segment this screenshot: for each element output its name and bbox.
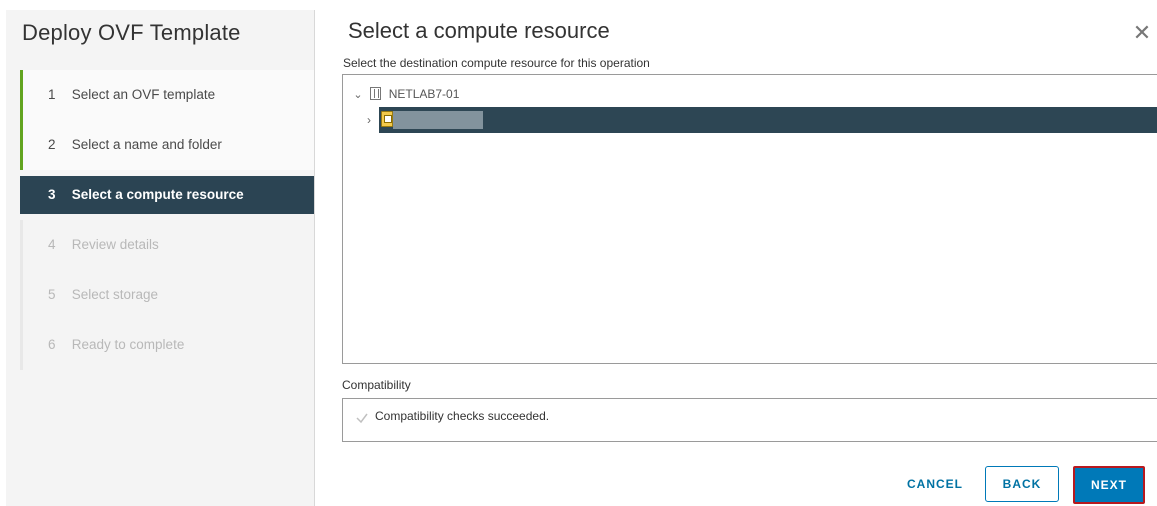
compatibility-box: Compatibility checks succeeded. [342,398,1157,442]
step-number: 4 [48,237,56,252]
back-button[interactable]: BACK [985,466,1059,502]
compatibility-message: Compatibility checks succeeded. [375,409,550,423]
wizard-steps: 1 Select an OVF template 2 Select a name… [20,70,314,370]
tree-node-host[interactable] [379,107,1157,133]
page-title: Select a compute resource [348,18,610,43]
step-label: Select storage [71,287,159,302]
compute-resource-tree: ⌄ NETLAB7-01 › [342,74,1157,364]
wizard-step-2[interactable]: 2 Select a name and folder [20,120,314,170]
step-label: Ready to complete [71,337,185,352]
step-label: Select a compute resource [71,187,244,202]
step-number: 6 [48,337,56,352]
chevron-down-icon[interactable]: ⌄ [351,84,365,106]
wizard-sidebar: Deploy OVF Template 1 Select an OVF temp… [6,10,315,506]
wizard-step-1[interactable]: 1 Select an OVF template [20,70,314,120]
step-label: Select a name and folder [71,137,222,152]
wizard-step-4: 4 Review details [20,220,314,270]
step-number: 3 [48,187,56,202]
step-label: Review details [71,237,159,252]
close-icon[interactable]: ✕ [1131,22,1153,44]
step-label: Select an OVF template [71,87,216,102]
tree-node-root[interactable]: ⌄ NETLAB7-01 [351,83,459,105]
host-icon [381,111,393,127]
wizard-content: Select a compute resource ✕ Select the d… [315,10,1157,506]
chevron-right-icon[interactable]: › [367,110,379,130]
wizard-step-3[interactable]: 3 Select a compute resource [20,176,314,214]
cancel-button[interactable]: CANCEL [899,468,971,500]
tree-node-label: NETLAB7-01 [388,87,460,101]
datacenter-icon [370,87,382,100]
step-number: 2 [48,137,56,152]
compatibility-label: Compatibility [342,378,411,392]
step-number: 1 [48,87,56,102]
check-icon [356,413,368,424]
page-subtitle: Select the destination compute resource … [343,56,650,70]
next-button[interactable]: NEXT [1073,466,1145,504]
step-number: 5 [48,287,56,302]
tree-node-label-redacted [393,111,483,129]
wizard-step-6: 6 Ready to complete [20,320,314,370]
wizard-step-5: 5 Select storage [20,270,314,320]
wizard-title: Deploy OVF Template [22,20,241,45]
